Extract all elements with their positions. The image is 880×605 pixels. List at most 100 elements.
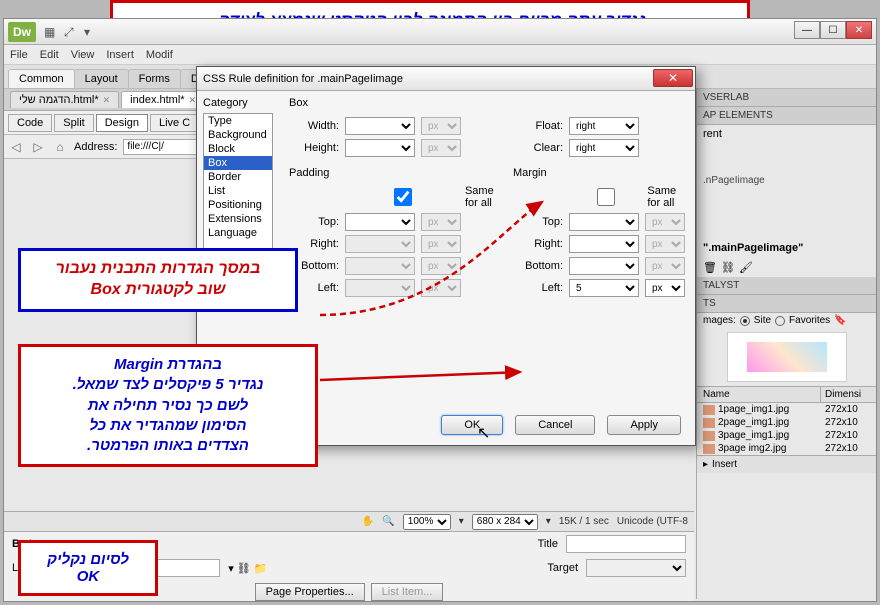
ok-button[interactable]: OK	[441, 415, 503, 435]
apply-button[interactable]: Apply	[607, 415, 681, 435]
panel-browserlab[interactable]: VSERLAB	[697, 89, 876, 107]
trash-icon[interactable]: 🗑	[703, 261, 717, 274]
radio-site[interactable]	[740, 316, 750, 326]
cat-positioning[interactable]: Positioning	[204, 198, 272, 212]
padding-right-input[interactable]	[345, 235, 415, 253]
width-unit[interactable]: px	[421, 117, 461, 135]
panel-catalyst[interactable]: TALYST	[697, 277, 876, 295]
panel-ap-elements[interactable]: AP ELEMENTS	[697, 107, 876, 125]
paint-icon[interactable]: 🖌	[739, 261, 753, 274]
padding-top-input[interactable]	[345, 213, 415, 231]
size-select[interactable]: 680 x 284	[472, 514, 538, 530]
cat-list-item[interactable]: List	[204, 184, 272, 198]
annotation-red-l1: בהגדרת Margin	[33, 355, 303, 375]
panel-ts[interactable]: TS	[697, 295, 876, 313]
cat-box[interactable]: Box	[204, 156, 272, 170]
zoom-select[interactable]: 100%	[403, 514, 451, 530]
close-button[interactable]: ✕	[846, 21, 872, 39]
view-code[interactable]: Code	[8, 114, 52, 132]
bookmark-icon[interactable]: 🔖	[834, 315, 846, 326]
close-icon[interactable]: ✕	[189, 95, 197, 106]
cat-block[interactable]: Block	[204, 142, 272, 156]
annotation-blue-l2: שוב לקטגורית Box	[33, 280, 283, 301]
image-thumbnail[interactable]	[727, 332, 847, 382]
file-row[interactable]: 2page_img1.jpg272x10	[697, 416, 876, 429]
float-select[interactable]: right	[569, 117, 639, 135]
padding-right-unit[interactable]: px	[421, 235, 461, 253]
annotation-red-l3: לשם כך נסיר תחילה את	[33, 396, 303, 416]
doc-tab-1[interactable]: הדגמה שלי.html* ✕	[10, 91, 119, 108]
title-input[interactable]	[566, 535, 686, 553]
target-select[interactable]	[586, 559, 686, 577]
panel-current[interactable]: rent	[697, 125, 876, 143]
more-icon[interactable]: ▾	[84, 25, 98, 39]
width-label: Width:	[289, 120, 339, 132]
ribbon-layout[interactable]: Layout	[74, 69, 129, 88]
file-row[interactable]: 3page img2.jpg272x10	[697, 442, 876, 455]
cat-extensions[interactable]: Extensions	[204, 212, 272, 226]
margin-same-checkbox[interactable]	[569, 188, 643, 206]
insert-bar[interactable]: ▸ Insert	[697, 455, 876, 473]
cat-language[interactable]: Language	[204, 226, 272, 240]
padding-left-unit[interactable]: px	[421, 279, 461, 297]
col-dimensions[interactable]: Dimensi	[821, 387, 876, 402]
css-rules-item[interactable]: .nPageIimage	[697, 173, 876, 188]
margin-bottom-input[interactable]	[569, 257, 639, 275]
menu-modify[interactable]: Modif	[146, 49, 173, 61]
radio-favorites[interactable]	[775, 316, 785, 326]
height-unit[interactable]: px	[421, 139, 461, 157]
image-icon	[703, 418, 715, 428]
list-item-button[interactable]: List Item...	[371, 583, 444, 601]
height-input[interactable]	[345, 139, 415, 157]
clear-select[interactable]: right	[569, 139, 639, 157]
annotation-ok-l1: לסיום נקליק	[33, 551, 143, 568]
margin-top-unit[interactable]: px	[645, 213, 685, 231]
margin-bottom-unit[interactable]: px	[645, 257, 685, 275]
page-properties-button[interactable]: Page Properties...	[255, 583, 365, 601]
margin-right-input[interactable]	[569, 235, 639, 253]
minimize-button[interactable]: —	[794, 21, 820, 39]
width-input[interactable]	[345, 117, 415, 135]
cat-type[interactable]: Type	[204, 114, 272, 128]
padding-top-unit[interactable]: px	[421, 213, 461, 231]
col-name[interactable]: Name	[697, 387, 821, 402]
doc-tab-2[interactable]: index.html* ✕	[121, 91, 205, 108]
margin-right-label: Right:	[513, 238, 563, 250]
menu-file[interactable]: File	[10, 49, 28, 61]
menu-edit[interactable]: Edit	[40, 49, 59, 61]
doc-tab-1-label: הדגמה שלי.html*	[19, 94, 99, 106]
status-filesize: 15K / 1 sec	[559, 516, 609, 527]
cat-border[interactable]: Border	[204, 170, 272, 184]
padding-same-checkbox[interactable]	[345, 188, 461, 206]
menu-insert[interactable]: Insert	[106, 49, 134, 61]
link-icon[interactable]: ⛓	[721, 261, 735, 274]
margin-right-unit[interactable]: px	[645, 235, 685, 253]
maximize-button[interactable]: ☐	[820, 21, 846, 39]
cancel-button[interactable]: Cancel	[515, 415, 595, 435]
expand-icon[interactable]: ⤢	[64, 25, 78, 39]
margin-left-input[interactable]: 5	[569, 279, 639, 297]
padding-left-input[interactable]	[345, 279, 415, 297]
back-icon[interactable]: ◁	[8, 139, 24, 155]
menu-view[interactable]: View	[71, 49, 95, 61]
view-design[interactable]: Design	[96, 114, 148, 132]
margin-top-input[interactable]	[569, 213, 639, 231]
padding-bottom-unit[interactable]: px	[421, 257, 461, 275]
dialog-close-button[interactable]: ✕	[653, 69, 693, 87]
margin-left-unit[interactable]: px	[645, 279, 685, 297]
forward-icon[interactable]: ▷	[30, 139, 46, 155]
cat-background[interactable]: Background	[204, 128, 272, 142]
zoom-icon[interactable]: 🔍	[382, 516, 394, 527]
layout-icon[interactable]: ▦	[44, 25, 58, 39]
close-icon[interactable]: ✕	[103, 95, 111, 106]
file-row[interactable]: 1page_img1.jpg272x10	[697, 403, 876, 416]
view-live[interactable]: Live C	[150, 114, 199, 132]
file-row[interactable]: 3page_img1.jpg272x10	[697, 429, 876, 442]
view-split[interactable]: Split	[54, 114, 93, 132]
padding-bottom-input[interactable]	[345, 257, 415, 275]
ribbon-forms[interactable]: Forms	[128, 69, 181, 88]
ribbon-common[interactable]: Common	[8, 69, 75, 88]
category-list[interactable]: Type Background Block Box Border List Po…	[203, 113, 273, 253]
hand-icon[interactable]: ✋	[362, 516, 374, 527]
home-icon[interactable]: ⌂	[52, 139, 68, 155]
